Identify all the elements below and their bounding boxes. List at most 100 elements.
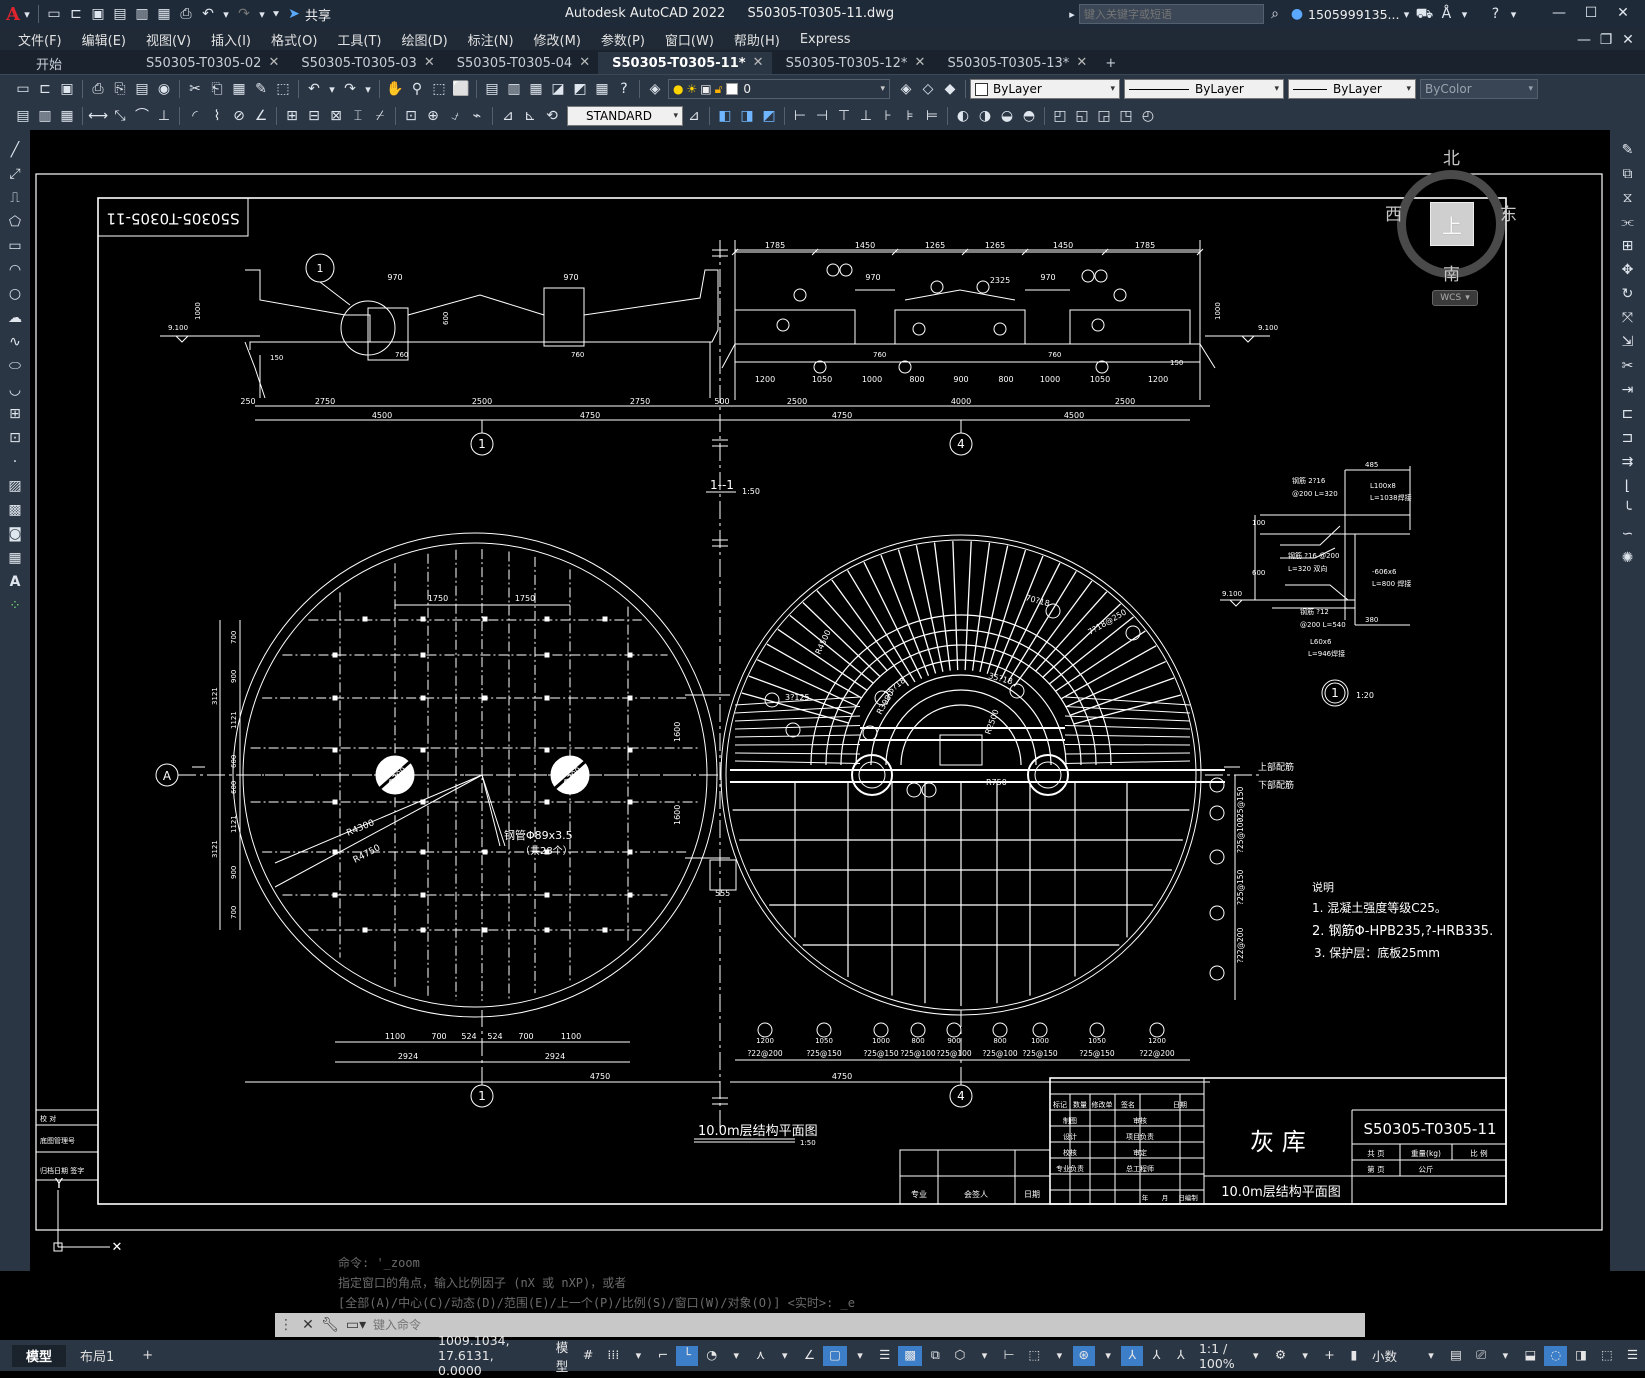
search-expand-icon[interactable]: ▸ [1066,4,1078,24]
save-file-icon[interactable]: ▣ [57,79,77,99]
revcloud-icon[interactable]: ☁ [5,308,25,328]
cut-icon[interactable]: ✂ [185,79,205,99]
selection-filter-icon[interactable]: ⬚ [1022,1346,1046,1366]
help-tb-icon[interactable]: ? [614,79,634,99]
menu-item-2[interactable]: 视图(V) [136,30,201,49]
polygon-icon[interactable]: ⬠ [5,212,25,232]
menu-item-11[interactable]: 帮助(H) [724,30,790,49]
offset-icon[interactable]: ⫘ [1618,212,1638,232]
plot-icon[interactable]: ⎙ [176,4,196,24]
dim-update-icon[interactable]: ⟲ [542,106,562,126]
break-icon[interactable]: ⊐ [1618,428,1638,448]
undo-tb-chevron-icon[interactable]: ▾ [326,79,338,99]
menu-item-10[interactable]: 窗口(W) [655,30,724,49]
model-space-toggle[interactable]: 模型 [550,1337,576,1375]
tab-file-3[interactable]: S50305-T0305-11* ✕ [598,52,772,74]
ucs-origin-icon[interactable]: ⊧ [900,106,920,126]
explode-icon[interactable]: ✺ [1618,548,1638,568]
dim-diameter-icon[interactable]: ⊘ [229,106,249,126]
modeling-wedge-icon[interactable]: ◨ [737,106,757,126]
join-icon[interactable]: ⇉ [1618,452,1638,472]
document-icon[interactable]: ▥ [35,106,55,126]
modeling-box-icon[interactable]: ◧ [715,106,735,126]
units-icon[interactable]: ▮ [1343,1346,1365,1366]
cmd-grip-icon[interactable]: ⋮ [276,1315,296,1335]
close-icon[interactable]: ✕ [1608,3,1638,23]
visual-style-1-icon[interactable]: ◐ [953,106,973,126]
ucs-world-icon[interactable]: ⊣ [812,106,832,126]
autocad-logo-icon[interactable]: A [6,4,20,25]
tab-close-icon[interactable]: ✕ [915,55,926,70]
dim-arc-icon[interactable]: ⌒ [132,106,152,126]
annotation-visibility-icon[interactable]: ⅄ [1121,1345,1144,1366]
workspace-chevron-icon[interactable]: ▾ [1294,1346,1316,1366]
tab-start[interactable]: 开始 [22,52,132,74]
qat-customize-icon[interactable]: ⯆ [270,4,282,24]
osnap-icon[interactable]: ▢ [823,1345,847,1366]
xline-icon[interactable]: ⤢ [5,164,25,184]
render-1-icon[interactable]: ◰ [1050,106,1070,126]
tab-layout1[interactable]: 布局1 [66,1345,128,1367]
spline-icon[interactable]: ∿ [5,332,25,352]
units-value[interactable]: 小数 [1366,1346,1419,1365]
lock-ui-chevron-icon[interactable]: ▾ [1494,1346,1516,1366]
dim-linear-icon[interactable]: ⟷ [88,106,108,126]
minimize-icon[interactable]: — [1544,3,1574,23]
pan-icon[interactable]: ✋ [385,79,405,99]
open-icon[interactable]: ⊏ [66,4,86,24]
user-icon[interactable]: ● [1287,4,1307,24]
new-icon[interactable]: ▭ [13,79,33,99]
scale-icon[interactable]: ⤧ [1618,308,1638,328]
layer-make-current-icon[interactable]: ◈ [896,79,916,99]
autodesk-a360-icon[interactable]: Å [1436,4,1456,24]
layer-properties-icon[interactable]: ◈ [645,79,665,99]
tab-close-icon[interactable]: ✕ [753,55,764,70]
inspect-icon[interactable]: ⍻ [445,106,465,126]
polar-icon[interactable]: ◔ [700,1346,723,1366]
zoom-previous-icon[interactable]: ⬜ [451,79,471,99]
publish-icon[interactable]: ▤ [132,79,152,99]
search-icon[interactable]: ⌕ [1265,4,1285,24]
viewcube-top-face[interactable]: 上 [1430,202,1474,246]
layer-states-icon[interactable]: ◆ [940,79,960,99]
gradient-icon[interactable]: ▩ [5,500,25,520]
design-center-icon[interactable]: ▥ [504,79,524,99]
properties-icon[interactable]: ▤ [482,79,502,99]
open-file-icon[interactable]: ⊏ [35,79,55,99]
redo-tb-chevron-icon[interactable]: ▾ [362,79,374,99]
help-icon[interactable]: ? [1485,4,1505,24]
gizmo-chevron-icon[interactable]: ▾ [1097,1346,1119,1366]
menu-item-6[interactable]: 绘图(D) [392,30,458,49]
customization-icon[interactable]: ☰ [1621,1346,1644,1366]
sheet-icon[interactable]: ▤ [13,106,33,126]
dynamic-ucs-icon[interactable]: ⊢ [998,1346,1021,1366]
viewcube-west[interactable]: 西 [1385,200,1402,225]
help-chevron-icon[interactable]: ▾ [1507,4,1519,24]
doc-close-icon[interactable]: ✕ [1618,30,1638,50]
break-at-point-icon[interactable]: ⊏ [1618,404,1638,424]
undo-icon[interactable]: ↶ [198,4,218,24]
redo-tb-icon[interactable]: ↷ [340,79,360,99]
isolate-objects-icon[interactable]: ⬓ [1518,1346,1542,1366]
tab-close-icon[interactable]: ✕ [268,55,279,70]
stack-icon[interactable]: ▦ [57,106,77,126]
viewcube-east[interactable]: 东 [1500,200,1517,225]
auto-scale-icon[interactable]: ⅄ [1145,1346,1167,1366]
cart-icon[interactable]: ⛟ [1414,4,1434,24]
user-chevron-icon[interactable]: ▾ [1400,4,1412,24]
viewcube-south[interactable]: 南 [1443,260,1460,285]
point-icon[interactable]: · [5,452,25,472]
erase-icon[interactable]: ✎ [1618,140,1638,160]
ellipse-arc-icon[interactable]: ◡ [5,380,25,400]
center-mark-icon[interactable]: ⊕ [423,106,443,126]
tab-file-2[interactable]: S50305-T0305-04 ✕ [443,52,598,74]
graphics-performance-icon[interactable]: ◨ [1569,1346,1593,1366]
dim-radius-icon[interactable]: ◜ [185,106,205,126]
dim-edit-icon[interactable]: ⊿ [498,106,518,126]
new-tab-button[interactable]: + [1095,52,1126,74]
isodraft-icon[interactable]: ⋏ [749,1346,771,1366]
3d-dwf-icon[interactable]: ◉ [154,79,174,99]
selection-cycling-icon[interactable]: ⧉ [924,1346,946,1366]
tab-close-icon[interactable]: ✕ [424,55,435,70]
fillet-icon[interactable]: ╰ [1618,500,1638,520]
